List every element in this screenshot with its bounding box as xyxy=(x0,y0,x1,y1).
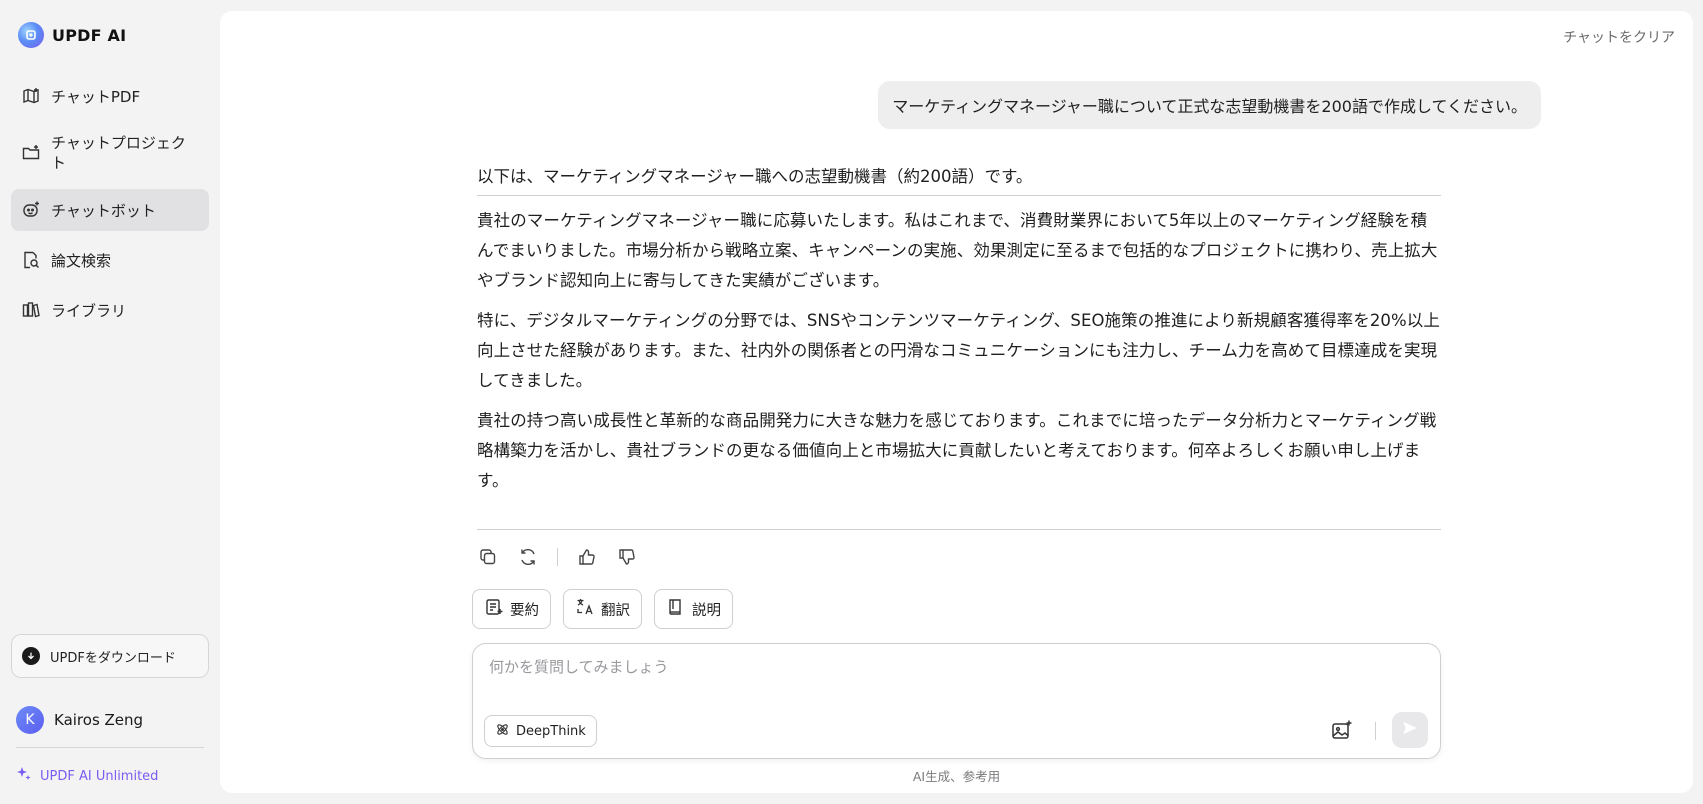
chat-pdf-icon xyxy=(21,86,41,106)
sidebar-item-label: チャットプロジェクト xyxy=(51,134,186,172)
summary-button[interactable]: 要約 xyxy=(472,589,551,629)
answer-paragraph: 貴社の持つ高い成長性と革新的な商品開発力に大きな魅力を感じております。これまでに… xyxy=(477,411,1437,490)
user-name: Kairos Zeng xyxy=(54,711,144,729)
brand[interactable]: UPDF AI xyxy=(18,22,126,48)
deepthink-toggle[interactable]: DeepThink xyxy=(484,715,597,747)
answer-intro: 以下は、マーケティングマネージャー職への志望動機書（約200語）です。 xyxy=(477,167,1033,186)
sparkle-icon xyxy=(16,766,32,786)
translate-button[interactable]: 翻訳 xyxy=(563,589,642,629)
download-updf-button[interactable]: UPDFをダウンロード xyxy=(11,634,209,678)
divider xyxy=(477,195,1441,196)
summary-icon xyxy=(484,597,504,621)
folder-plus-icon xyxy=(21,143,41,163)
summary-label: 要約 xyxy=(510,602,539,619)
brand-name: UPDF AI xyxy=(52,25,127,45)
avatar: K xyxy=(16,706,44,734)
book-icon xyxy=(666,597,686,621)
send-icon xyxy=(1401,719,1419,741)
translate-label: 翻訳 xyxy=(601,602,630,619)
copy-icon[interactable] xyxy=(477,546,499,568)
user-message: マーケティングマネージャー職について正式な志望動機書を200語で作成してください… xyxy=(878,81,1541,129)
sidebar-item-library[interactable]: ライブラリ xyxy=(11,289,209,331)
sidebar-item-chat-pdf[interactable]: チャットPDF xyxy=(11,75,209,117)
chat-input[interactable] xyxy=(489,658,1409,676)
thumbs-down-icon[interactable] xyxy=(616,546,638,568)
sidebar-item-label: チャットPDF xyxy=(51,87,141,106)
disclaimer: AI生成、参考用 xyxy=(912,769,1001,784)
sidebar-divider xyxy=(16,747,204,748)
download-icon xyxy=(22,647,40,665)
answer-paragraph: 貴社のマーケティングマネージャー職に応募いたします。私はこれまで、消費財業界にお… xyxy=(477,211,1438,290)
explain-button[interactable]: 説明 xyxy=(654,589,733,629)
plan-label: UPDF AI Unlimited xyxy=(40,768,159,784)
message-actions xyxy=(477,546,638,568)
message-composer: DeepThink xyxy=(472,643,1441,759)
sidebar-item-paper-search[interactable]: 論文検索 xyxy=(11,239,209,281)
separator xyxy=(1375,722,1376,740)
quick-actions: 要約 翻訳 説明 xyxy=(472,589,733,629)
separator xyxy=(557,548,558,566)
assistant-message: 以下は、マーケティングマネージャー職への志望動機書（約200語）です。 貴社のマ… xyxy=(477,163,1441,506)
clear-chat-button[interactable]: チャットをクリア xyxy=(1563,27,1675,47)
answer-paragraph: 特に、デジタルマーケティングの分野では、SNSやコンテンツマーケティング、SEO… xyxy=(477,311,1440,390)
atom-icon xyxy=(495,722,510,741)
plan-link[interactable]: UPDF AI Unlimited xyxy=(16,766,158,786)
sidebar-item-label: ライブラリ xyxy=(51,301,127,320)
translate-icon xyxy=(575,597,595,621)
sidebar-item-label: チャットボット xyxy=(51,201,156,220)
divider xyxy=(477,529,1441,530)
send-button[interactable] xyxy=(1392,712,1428,748)
sidebar: UPDF AI チャットPDF チャットプロジェクト チャットボット 論文検索 xyxy=(0,0,218,804)
download-label: UPDFをダウンロード xyxy=(50,650,176,666)
sidebar-item-label: 論文検索 xyxy=(51,251,112,270)
sidebar-item-chat-project[interactable]: チャットプロジェクト xyxy=(11,125,209,181)
library-icon xyxy=(21,300,41,320)
thumbs-up-icon[interactable] xyxy=(576,546,598,568)
sidebar-item-chatbot[interactable]: チャットボット xyxy=(11,189,209,231)
chatbot-icon xyxy=(21,200,41,220)
sidebar-nav: チャットPDF チャットプロジェクト チャットボット 論文検索 ライブラリ xyxy=(11,75,209,339)
updf-logo-icon xyxy=(18,22,44,48)
user-profile[interactable]: K Kairos Zeng xyxy=(16,706,143,734)
image-upload-icon[interactable] xyxy=(1330,718,1354,742)
answer-body: 貴社のマーケティングマネージャー職に応募いたします。私はこれまで、消費財業界にお… xyxy=(477,206,1441,496)
chat-panel: チャットをクリア マーケティングマネージャー職について正式な志望動機書を200語… xyxy=(220,11,1693,793)
explain-label: 説明 xyxy=(692,602,721,619)
paper-search-icon xyxy=(21,250,41,270)
regenerate-icon[interactable] xyxy=(517,546,539,568)
deepthink-label: DeepThink xyxy=(516,723,586,739)
